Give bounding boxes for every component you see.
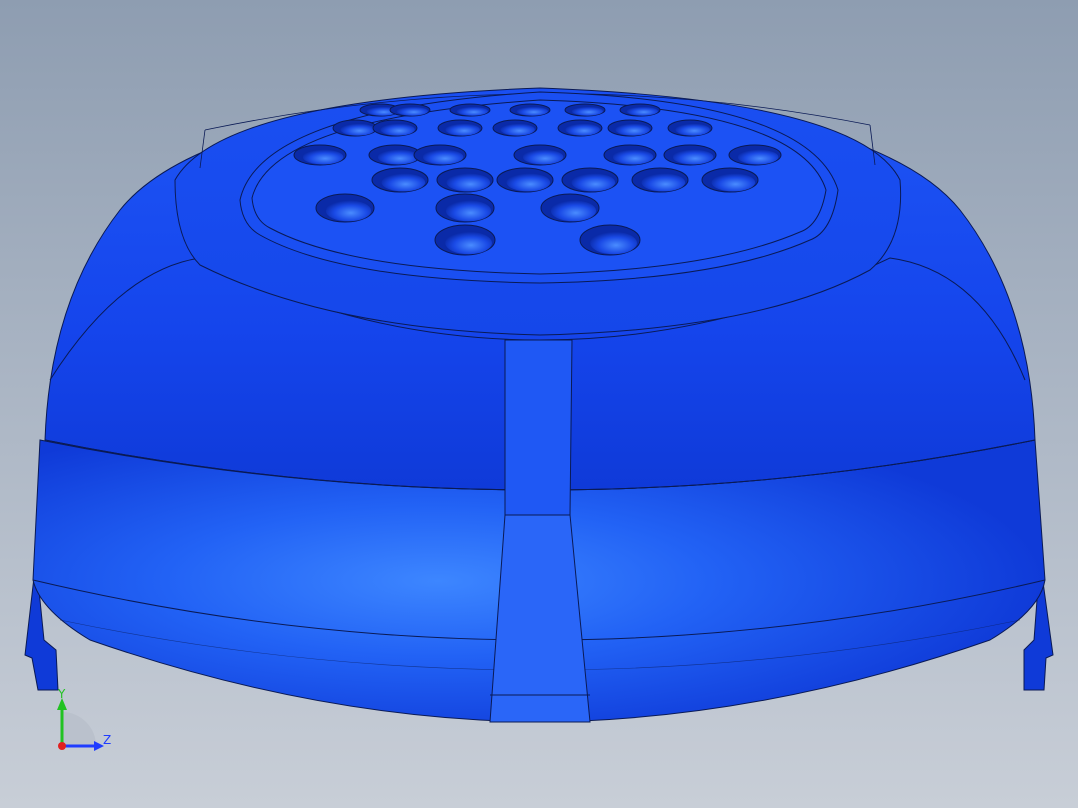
3d-viewport[interactable]: Y Z: [0, 0, 1078, 808]
vent-hole-inner: [380, 123, 415, 136]
vent-hole-inner: [737, 149, 779, 165]
vent-hole-inner: [672, 149, 714, 165]
part-model[interactable]: Y Z: [0, 0, 1078, 808]
vent-hole-inner: [340, 123, 375, 136]
vent-hole-inner: [381, 173, 426, 192]
vent-hole-inner: [612, 149, 654, 165]
vent-hole-inner: [571, 106, 604, 116]
vent-hole-inner: [302, 149, 344, 165]
vent-hole-inner: [615, 123, 650, 136]
vent-hole-inner: [550, 200, 597, 222]
vent-hole-inner: [422, 149, 464, 165]
axis-triad: Y Z: [57, 687, 111, 751]
z-axis-label: Z: [103, 733, 111, 747]
vent-hole-inner: [377, 149, 419, 165]
vent-hole-inner: [522, 149, 564, 165]
vent-hole-inner: [590, 231, 637, 255]
vent-hole-inner: [396, 106, 428, 116]
vent-hole-inner: [325, 200, 372, 222]
vent-hole-inner: [675, 123, 710, 136]
vent-hole-inner: [711, 173, 756, 192]
vent-hole-inner: [626, 106, 659, 116]
vent-hole-inner: [641, 173, 686, 192]
vent-hole-inner: [445, 123, 480, 136]
vent-hole-inner: [506, 173, 551, 192]
y-axis-label: Y: [57, 687, 66, 701]
vent-hole-inner: [565, 123, 600, 136]
vent-hole-inner: [446, 173, 491, 192]
vent-hole-inner: [516, 106, 549, 116]
vent-hole-inner: [445, 200, 492, 222]
vent-hole-inner: [500, 123, 535, 136]
x-axis-dot: [58, 742, 66, 750]
vent-hole-inner: [456, 106, 488, 116]
vent-hole-inner: [571, 173, 616, 192]
vent-hole-inner: [445, 231, 492, 255]
